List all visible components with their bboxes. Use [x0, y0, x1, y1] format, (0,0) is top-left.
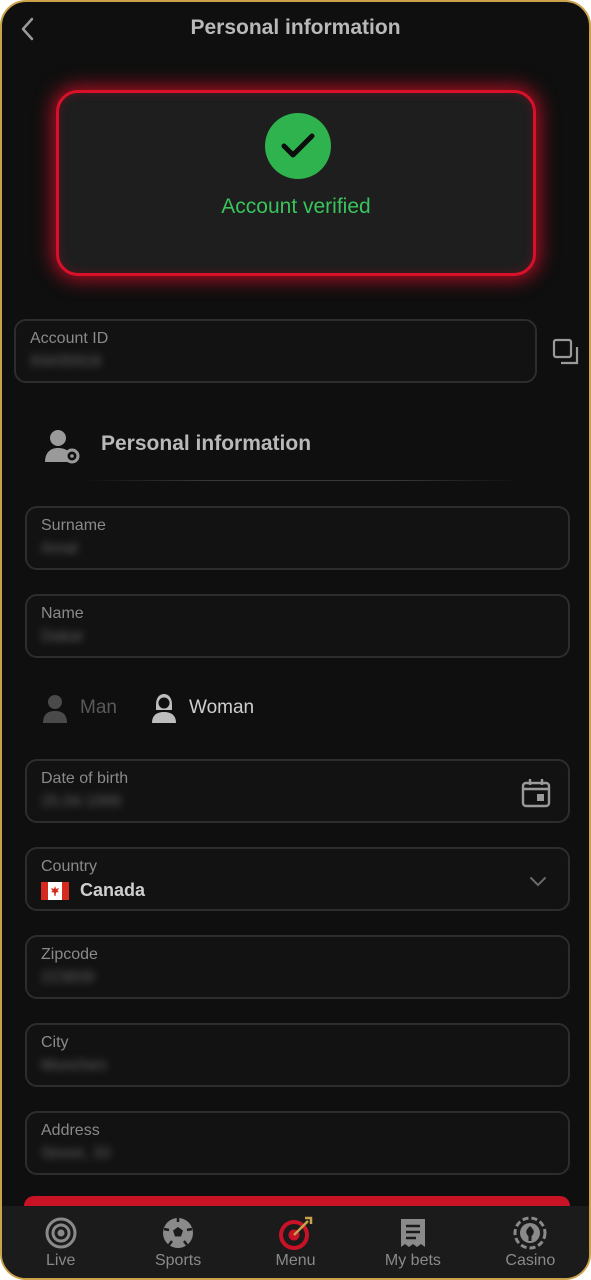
nav-label-live: Live — [46, 1252, 76, 1269]
dob-label: Date of birth — [41, 770, 129, 787]
dob-field[interactable]: Date of birth 25.04.1999 — [25, 759, 570, 823]
nav-label-casino: Casino — [505, 1252, 556, 1269]
personal-info-section-header: Personal information — [42, 422, 562, 482]
canada-flag-icon — [41, 882, 69, 900]
account-id-value: 93435918 — [30, 353, 102, 370]
surname-value: Amal — [41, 540, 78, 557]
nav-label-menu: Menu — [275, 1252, 316, 1269]
gender-option-woman[interactable]: Woman — [151, 690, 254, 726]
nav-label-my-bets: My bets — [384, 1252, 441, 1269]
dob-value: 25.04.1999 — [41, 793, 122, 810]
address-field[interactable]: Address Street, 33 — [25, 1111, 570, 1175]
zipcode-field[interactable]: Zipcode 223839 — [25, 935, 570, 999]
account-id-field: Account ID 93435918 — [14, 319, 537, 383]
nav-item-live[interactable]: Live — [2, 1206, 119, 1278]
bottom-nav: Live Sports Menu My bets Casino — [2, 1206, 589, 1278]
country-label: Country — [41, 858, 98, 875]
copy-icon — [552, 338, 579, 365]
address-value: Street, 33 — [41, 1145, 111, 1162]
country-select[interactable]: Country Canada — [25, 847, 570, 911]
section-title: Personal information — [101, 432, 312, 455]
soccer-ball-icon — [163, 1218, 194, 1248]
user-settings-icon — [45, 430, 80, 464]
casino-chip-icon — [513, 1216, 547, 1250]
nav-item-my-bets[interactable]: My bets — [354, 1206, 471, 1278]
calendar-icon[interactable] — [520, 777, 552, 809]
zipcode-label: Zipcode — [41, 946, 98, 963]
city-value: Munchen — [41, 1057, 107, 1074]
check-circle-icon — [265, 113, 331, 179]
zipcode-value: 223839 — [41, 969, 95, 986]
gender-option-man[interactable]: Man — [42, 690, 117, 726]
address-label: Address — [41, 1122, 100, 1139]
section-divider — [82, 480, 522, 481]
chevron-down-icon — [530, 877, 546, 887]
live-icon — [45, 1217, 77, 1249]
gender-label-man: Man — [80, 697, 117, 718]
phone-screen: Personal information Account verified Ac… — [0, 0, 591, 1280]
woman-avatar-icon — [152, 694, 176, 723]
city-field[interactable]: City Munchen — [25, 1023, 570, 1087]
name-value: Dakar — [41, 628, 84, 645]
nav-item-menu[interactable]: Menu — [237, 1206, 354, 1278]
man-avatar-icon — [43, 695, 67, 723]
nav-item-sports[interactable]: Sports — [119, 1206, 236, 1278]
page-title: Personal information — [190, 16, 401, 39]
name-field[interactable]: Name Dakar — [25, 594, 570, 658]
top-bar: Personal information — [2, 2, 589, 58]
receipt-icon — [400, 1219, 425, 1247]
target-dart-icon — [278, 1216, 312, 1250]
nav-item-casino[interactable]: Casino — [472, 1206, 589, 1278]
nav-label-sports: Sports — [154, 1252, 202, 1269]
verification-status: Account verified — [221, 195, 371, 218]
account-id-label: Account ID — [30, 330, 109, 347]
country-value: Canada — [80, 880, 146, 900]
verification-card: Account verified — [56, 90, 536, 276]
city-label: City — [41, 1034, 69, 1051]
surname-field[interactable]: Surname Amal — [25, 506, 570, 570]
gender-label-woman: Woman — [189, 697, 255, 718]
surname-label: Surname — [41, 517, 106, 534]
name-label: Name — [41, 605, 84, 622]
copy-button[interactable] — [549, 335, 583, 369]
